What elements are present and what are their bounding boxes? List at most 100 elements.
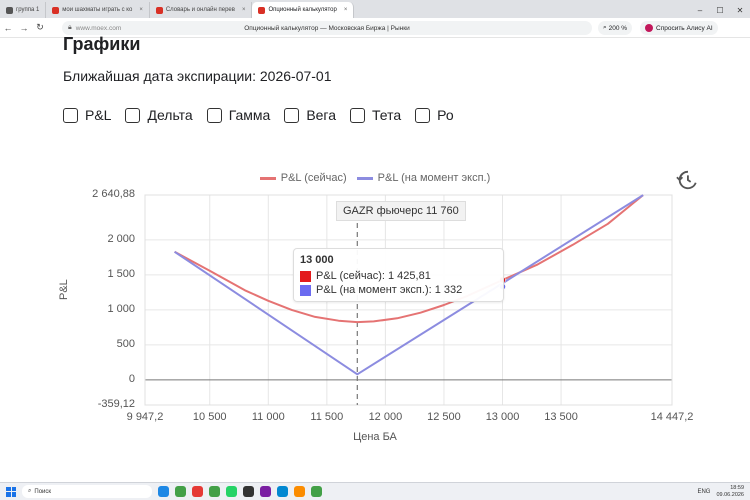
tab-favicon: [52, 6, 60, 14]
taskbar-app-icon[interactable]: [243, 486, 254, 497]
y-tick-label: 1 000: [107, 302, 135, 315]
checkbox-label: Вега: [306, 107, 337, 123]
checkbox-box[interactable]: [63, 107, 78, 123]
tab-favicon: [258, 6, 266, 14]
taskbar-app-icon[interactable]: [158, 486, 169, 497]
tooltip-swatch: [300, 270, 311, 282]
x-tick-label: 11 000: [251, 411, 285, 423]
taskbar-app-icon[interactable]: [192, 486, 203, 497]
browser-tab-1[interactable]: группа 1: [0, 2, 47, 18]
taskbar-app-icon[interactable]: [311, 486, 322, 497]
history-icon[interactable]: [676, 169, 698, 191]
checkbox-gamma[interactable]: Гамма: [206, 107, 271, 123]
checkbox-label: Дельта: [147, 107, 193, 123]
taskbar-app-icon[interactable]: [260, 486, 271, 497]
lock-icon: 🔒︎: [68, 24, 72, 31]
tab-label: Опционный калькулятор: [268, 7, 337, 13]
checkbox-pnl[interactable]: P&L: [63, 107, 111, 123]
close-window-icon[interactable]: ✕: [730, 2, 750, 18]
x-axis-title: Цена БА: [353, 431, 397, 443]
browser-tab-3[interactable]: Словарь и онлайн перев ×: [150, 2, 253, 18]
alisa-label: Спросить Алису AI: [656, 24, 713, 32]
language-indicator[interactable]: ENG: [697, 489, 710, 495]
checkbox-vega[interactable]: Вега: [284, 107, 336, 123]
taskbar-search[interactable]: ⌕ Поиск: [22, 485, 152, 498]
os-taskbar: ⌕ Поиск ENG 18:59 09.06.2026: [0, 482, 750, 500]
y-tick-label: -359,12: [97, 398, 135, 410]
tab-favicon: [155, 6, 163, 14]
search-label: Поиск: [34, 488, 52, 495]
legend-swatch: [259, 176, 276, 180]
close-icon[interactable]: ×: [344, 7, 348, 13]
clock-time: 18:59: [730, 484, 744, 491]
checkbox-box[interactable]: [206, 107, 222, 123]
checkbox-label: Ро: [437, 107, 454, 123]
legend-item-now[interactable]: P&L (сейчас): [259, 172, 347, 184]
y-tick-label: 0: [128, 372, 135, 385]
minimize-icon[interactable]: –: [690, 2, 710, 18]
back-icon[interactable]: ←: [0, 23, 16, 33]
maximize-icon[interactable]: ☐: [710, 2, 730, 18]
vline-annotation: GAZR фьючерс 11 760: [336, 201, 466, 221]
y-tick-label: 1 500: [107, 267, 135, 280]
y-tick-label: 2 640,88: [92, 188, 135, 200]
x-tick-label: 9 947,2: [126, 411, 164, 423]
x-tick-label: 12 500: [427, 411, 461, 423]
taskbar-app-icon[interactable]: [294, 486, 305, 497]
close-icon[interactable]: ×: [242, 7, 246, 13]
taskbar-app-icon[interactable]: [226, 486, 237, 497]
legend-swatch: [356, 176, 373, 180]
legend-label: P&L (на момент эксп.): [377, 172, 491, 184]
tooltip-swatch: [300, 284, 311, 296]
forward-icon[interactable]: →: [16, 23, 32, 33]
zoom-level: 200 %: [608, 24, 628, 32]
taskbar-app-icon[interactable]: [175, 486, 186, 497]
url-page-title: Опционный калькулятор — Московская Биржа…: [244, 24, 410, 32]
tab-favicon: [6, 6, 13, 14]
x-tick-label: 14 447,2: [650, 411, 694, 423]
taskbar-app-icon[interactable]: [209, 486, 220, 497]
zoom-button[interactable]: ⌕ 200 %: [598, 21, 633, 35]
greeks-checkbox-group: P&L Дельта Гамма Вега Тета Ро: [63, 107, 454, 123]
browser-tab-strip: группа 1 мои шахматы играть с ко × Словар…: [0, 0, 750, 18]
checkbox-theta[interactable]: Тета: [350, 107, 401, 123]
close-icon[interactable]: ×: [139, 7, 143, 13]
checkbox-label: P&L: [85, 107, 112, 123]
url-field[interactable]: 🔒︎ www.moex.com Опционный калькулятор — …: [62, 21, 592, 35]
clock-date: 09.06.2026: [716, 491, 744, 498]
taskbar-clock[interactable]: 18:59 09.06.2026: [716, 485, 744, 499]
checkbox-rho[interactable]: Ро: [415, 107, 454, 123]
chart-tooltip: 13 000 P&L (сейчас): 1 425,81 P&L (на мо…: [293, 248, 504, 302]
tooltip-title: 13 000: [300, 254, 334, 266]
browser-tab-2[interactable]: мои шахматы играть с ко ×: [46, 2, 150, 18]
checkbox-box[interactable]: [350, 107, 366, 123]
reload-icon[interactable]: ↻: [32, 22, 48, 33]
search-icon: ⌕: [28, 488, 32, 494]
url-host: www.moex.com: [75, 24, 122, 32]
zoom-icon: ⌕: [603, 24, 607, 31]
taskbar-app-icon[interactable]: [277, 486, 288, 497]
checkbox-label: Тета: [372, 107, 402, 123]
tab-label: мои шахматы играть с ко: [62, 7, 133, 13]
x-tick-label: 13 500: [544, 411, 578, 423]
x-tick-label: 10 500: [192, 411, 227, 423]
tooltip-row-label: P&L (сейчас): 1 425,81: [316, 270, 431, 282]
page-title: Графики: [63, 34, 141, 54]
tooltip-row-expiry: P&L (на момент эксп.): 1 332: [300, 284, 497, 296]
checkbox-label: Гамма: [228, 107, 271, 123]
checkbox-box[interactable]: [284, 107, 300, 123]
checkbox-box[interactable]: [125, 107, 141, 123]
checkbox-delta[interactable]: Дельта: [125, 107, 193, 123]
taskbar-apps: [158, 486, 322, 497]
y-tick-label: 2 000: [107, 232, 135, 245]
y-tick-label: 500: [116, 337, 135, 350]
legend-item-expiry[interactable]: P&L (на момент эксп.): [356, 172, 491, 184]
tooltip-row-label: P&L (на момент эксп.): 1 332: [316, 284, 463, 296]
system-tray: ENG 18:59 09.06.2026: [697, 485, 750, 499]
alisa-icon: [645, 24, 653, 32]
x-tick-label: 13 000: [485, 411, 520, 423]
checkbox-box[interactable]: [415, 107, 431, 123]
ask-alisa-button[interactable]: Спросить Алису AI: [640, 21, 718, 35]
browser-tab-active[interactable]: Опционный калькулятор ×: [252, 2, 355, 18]
windows-start-icon[interactable]: [6, 486, 16, 497]
